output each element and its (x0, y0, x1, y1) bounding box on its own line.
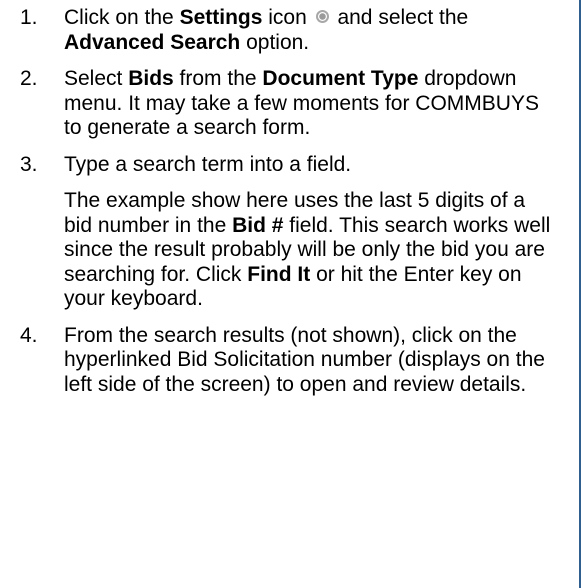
step-text-run: From the search results (not shown), cli… (64, 323, 545, 396)
step-text-run: and select the (331, 6, 469, 29)
instructions-page: 1. Click on the Settings icon and select… (0, 0, 581, 588)
step-number: 4. (20, 323, 38, 347)
step-text: Click on the Settings icon and select th… (64, 6, 558, 55)
step-text: From the search results (not shown), cli… (64, 324, 558, 398)
step-text-run: option. (240, 30, 310, 54)
step-item-3: 3. Type a search term into a field. The … (18, 153, 558, 312)
find-it-label: Find It (247, 262, 311, 286)
step-text: Select Bids from the Document Type dropd… (64, 67, 558, 141)
step-item-4: 4. From the search results (not shown), … (18, 324, 558, 398)
step-text-run: from the (173, 67, 263, 90)
step-text: Type a search term into a field. (64, 153, 558, 178)
advanced-search-label: Advanced Search (64, 30, 241, 54)
step-followup-text: The example show here uses the last 5 di… (64, 189, 558, 312)
step-item-1: 1. Click on the Settings icon and select… (18, 6, 558, 55)
step-number: 3. (20, 152, 38, 176)
bid-number-label: Bid # (232, 213, 284, 237)
step-item-2: 2. Select Bids from the Document Type dr… (18, 67, 558, 141)
bids-label: Bids (128, 67, 174, 90)
document-type-label: Document Type (262, 67, 419, 90)
gear-icon (315, 10, 329, 23)
step-text-run: Click on the (64, 6, 180, 29)
step-text-run: icon (262, 6, 313, 29)
step-list: 1. Click on the Settings icon and select… (18, 6, 558, 409)
step-number: 1. (20, 6, 38, 29)
settings-label: Settings (179, 6, 263, 29)
step-text-run: Select (64, 67, 129, 90)
step-number: 2. (20, 67, 38, 90)
step-text-run: Type a search term into a field. (64, 152, 352, 176)
